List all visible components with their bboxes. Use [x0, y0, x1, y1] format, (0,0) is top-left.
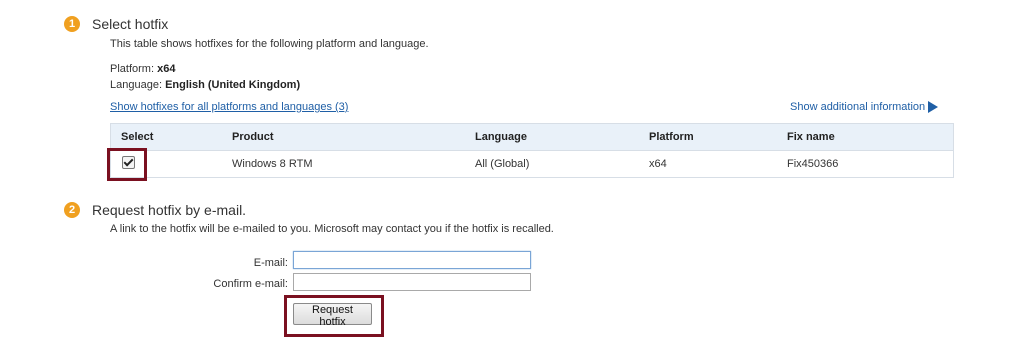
- platform-line: Platform: x64: [110, 63, 175, 75]
- table-header: Select Product Language Platform Fix nam…: [111, 124, 953, 151]
- arrow-right-icon: [928, 101, 939, 113]
- step-1-badge: 1: [64, 16, 80, 32]
- table-row: Windows 8 RTM All (Global) x64 Fix450366: [111, 151, 953, 177]
- header-select: Select: [121, 131, 154, 143]
- header-language: Language: [475, 131, 527, 143]
- platform-value: x64: [157, 63, 176, 75]
- cell-product: Windows 8 RTM: [232, 158, 313, 170]
- cell-fix-name: Fix450366: [787, 158, 839, 170]
- button-highlight: [284, 295, 384, 337]
- step-2-description: A link to the hotfix will be e-mailed to…: [110, 223, 554, 235]
- email-label: E-mail:: [253, 257, 288, 269]
- hotfix-table: Select Product Language Platform Fix nam…: [110, 123, 954, 178]
- header-fix-name: Fix name: [787, 131, 835, 143]
- header-platform: Platform: [649, 131, 694, 143]
- confirm-email-label: Confirm e-mail:: [213, 278, 288, 290]
- step-2-badge: 2: [64, 202, 80, 218]
- language-line: Language: English (United Kingdom): [110, 79, 300, 91]
- checkbox-highlight: [107, 148, 147, 181]
- confirm-email-field[interactable]: [293, 273, 531, 291]
- cell-language: All (Global): [475, 158, 530, 170]
- step-1-title: Select hotfix: [92, 16, 169, 32]
- show-all-platforms-link[interactable]: Show hotfixes for all platforms and lang…: [110, 101, 348, 113]
- email-field[interactable]: [293, 251, 531, 269]
- cell-platform: x64: [649, 158, 667, 170]
- show-additional-info-link[interactable]: Show additional information: [790, 101, 939, 113]
- language-value: English (United Kingdom): [165, 79, 301, 91]
- show-additional-info-label: Show additional information: [790, 101, 926, 113]
- step-1-description: This table shows hotfixes for the follow…: [110, 38, 429, 50]
- header-product: Product: [232, 131, 274, 143]
- platform-label: Platform:: [110, 63, 155, 75]
- language-label: Language:: [110, 79, 162, 91]
- step-2-title: Request hotfix by e-mail.: [92, 202, 247, 218]
